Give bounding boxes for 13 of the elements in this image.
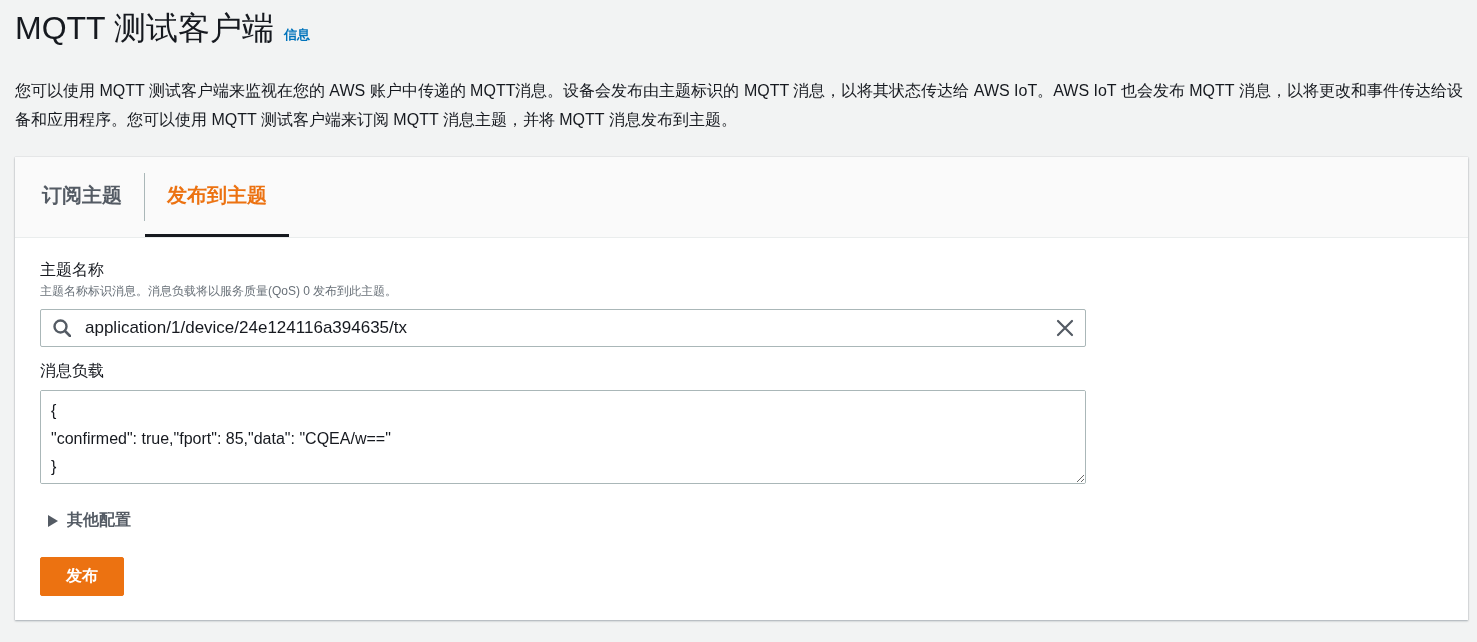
topic-search-field[interactable]: application/1/device/24e124116a394635/tx bbox=[40, 309, 1086, 347]
caret-icon bbox=[48, 514, 58, 527]
field-label: 消息负载 bbox=[40, 361, 105, 381]
field-hint: 主题名称标识消息。消息负载将以服务质量(QoS) 0 发布到此主题。 bbox=[40, 283, 399, 300]
info-link[interactable]: 信息 bbox=[283, 26, 310, 44]
page-description: 您可以使用 MQTT 测试客户端来监视在您的 AWS 账户中传递的 MQTT消息。设备会发布由主题标识的 MQTT 消息，以将其状态传达给 AWS IoT。AWS IoT 也会发布 MQTT 消息，以将更改和事件传达给设备和应用程序。您可以使用 MQTT 测试客户端来订阅 MQTT 消息主题，并将 MQTT 消息发布到主题。 bbox=[15, 81, 1464, 130]
payload-field[interactable]: { "confirmed": true,"fport": 85,"data": "CQEA/w==" } bbox=[40, 390, 1086, 484]
field-label: 主题名称 bbox=[40, 260, 105, 280]
search-icon bbox=[53, 319, 71, 337]
clear-icon[interactable] bbox=[1056, 319, 1074, 337]
more-settings-toggle[interactable]: 其他配置 bbox=[40, 510, 131, 531]
tab[interactable]: 订阅主题 bbox=[20, 157, 144, 237]
page-title: MQTT 测试客户端 bbox=[15, 9, 274, 48]
